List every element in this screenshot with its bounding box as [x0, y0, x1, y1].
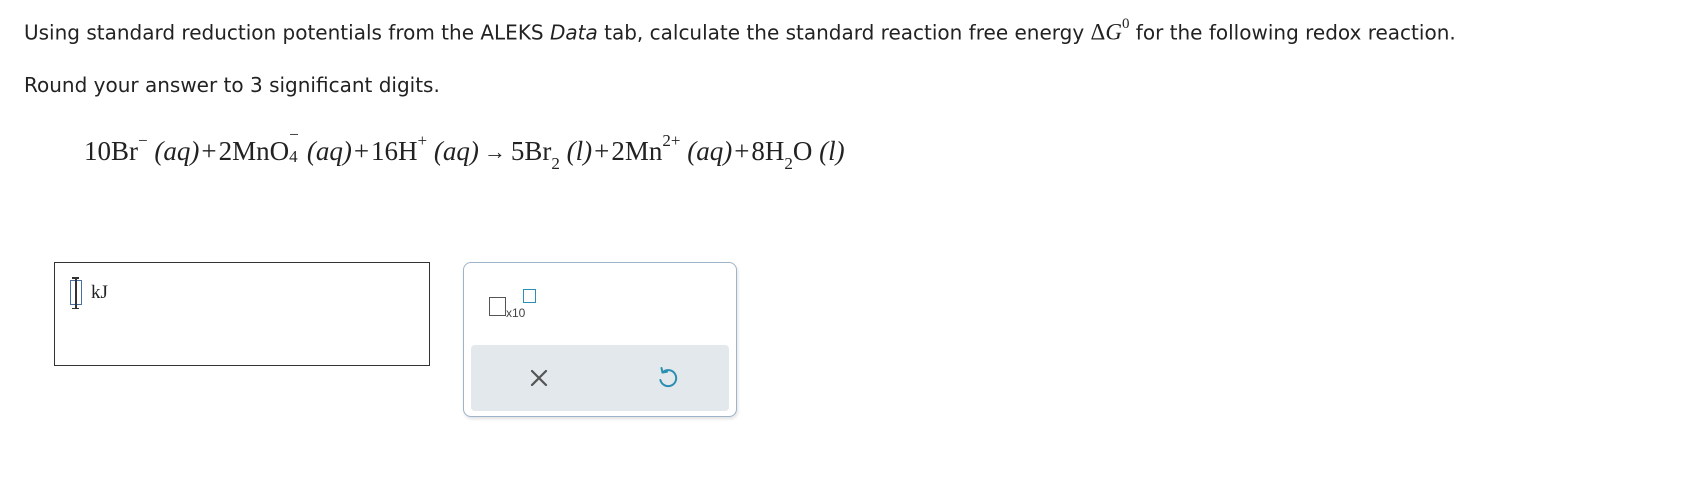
- coefficient: 8: [751, 136, 765, 166]
- state-label: (aq): [433, 136, 479, 166]
- species-formula: Br: [111, 136, 138, 166]
- reset-button[interactable]: [652, 362, 684, 394]
- species-formula: O: [792, 136, 813, 166]
- formula-subscript: 4: [289, 147, 298, 166]
- plus-sign: +: [734, 136, 750, 166]
- species-formula: H: [764, 136, 785, 166]
- math-tool-panel: x10: [463, 262, 737, 417]
- species-formula: Mn: [624, 136, 663, 166]
- coefficient: 16: [371, 136, 399, 166]
- plus-sign: +: [594, 136, 610, 166]
- ion-charge: +: [417, 131, 428, 150]
- redox-equation: 10Br− (aq)+2MnO −4 (aq)+16H+ (aq) → 5Br2 (l…: [84, 126, 845, 172]
- standard-state-superscript: 0: [1121, 16, 1130, 32]
- answer-input-field[interactable]: kJ: [54, 262, 430, 366]
- action-bar: [471, 345, 729, 411]
- plus-sign: +: [201, 136, 217, 166]
- species-formula: Br: [524, 136, 552, 166]
- scientific-notation-button[interactable]: x10: [483, 286, 537, 322]
- formula-subscript: 2: [551, 154, 560, 173]
- coefficient: 10: [84, 136, 111, 166]
- exponent-placeholder-icon: [523, 289, 536, 303]
- rounding-instruction: Round your answer to 3 significant digit…: [24, 73, 440, 97]
- coefficient: 5: [510, 136, 525, 166]
- formula-subscript: 2: [784, 154, 793, 173]
- delta-symbol: Δ: [1090, 19, 1106, 45]
- species-formula: MnO: [232, 136, 290, 166]
- data-tab-reference: Data: [550, 20, 598, 45]
- cursor-bar: [72, 277, 78, 309]
- ion-charge: 2+: [662, 131, 681, 150]
- base-placeholder-icon: [489, 297, 506, 316]
- state-label: (aq): [154, 136, 200, 166]
- gibbs-g-symbol: G: [1105, 19, 1122, 45]
- state-label: (l): [819, 136, 845, 166]
- text-cursor-icon: [70, 277, 82, 309]
- plus-sign: +: [353, 136, 370, 166]
- x10-label: x10: [506, 306, 526, 320]
- instruction-text-start: Using standard reduction potentials from…: [24, 20, 550, 45]
- state-label: (aq): [306, 136, 352, 166]
- question-instruction: Using standard reduction potentials from…: [24, 16, 1456, 45]
- species-formula: H: [398, 136, 418, 166]
- instruction-text-end: for the following redox reaction.: [1129, 20, 1456, 45]
- charge-subscript-stack: −4: [289, 126, 300, 165]
- ion-charge: −: [289, 125, 299, 144]
- ion-charge: −: [138, 131, 148, 150]
- state-label: (aq): [687, 136, 733, 166]
- clear-button[interactable]: [523, 362, 555, 394]
- undo-icon: [659, 367, 678, 388]
- close-icon: [530, 369, 548, 387]
- coefficient: 2: [611, 136, 625, 166]
- instruction-text-middle: tab, calculate the standard reaction fre…: [597, 20, 1091, 45]
- reaction-arrow: →: [483, 139, 506, 164]
- state-label: (l): [566, 136, 593, 166]
- coefficient: 2: [218, 136, 233, 166]
- unit-label: kJ: [91, 282, 108, 303]
